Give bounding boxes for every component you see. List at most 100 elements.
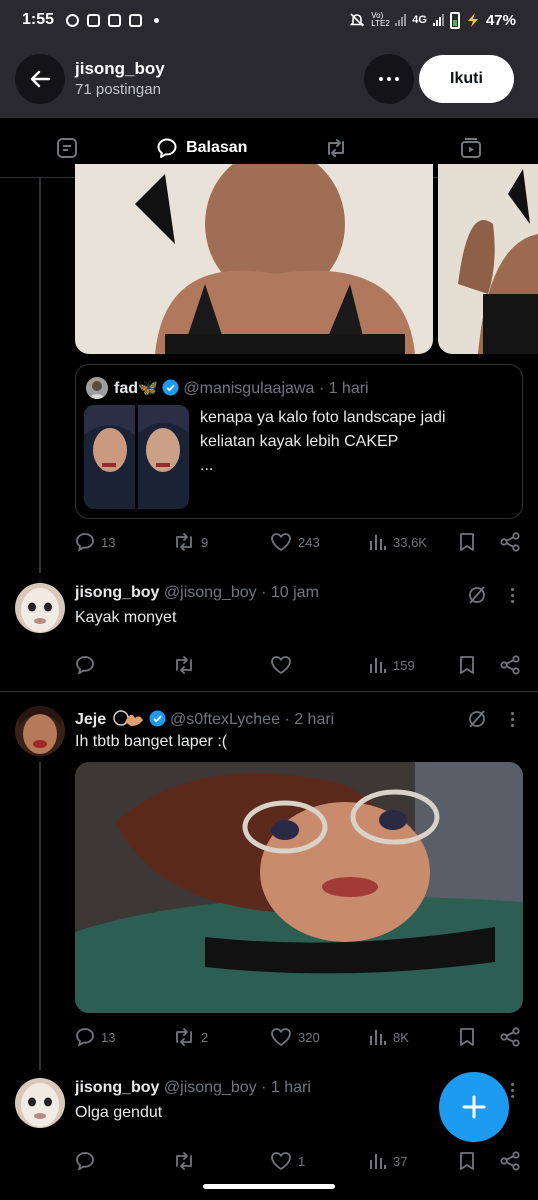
share-button[interactable] bbox=[499, 532, 521, 552]
quoted-post-time: · 1 hari bbox=[318, 380, 369, 397]
reply-button[interactable]: 13 bbox=[75, 1027, 115, 1047]
like-count: 243 bbox=[298, 534, 320, 550]
share-icon bbox=[500, 655, 520, 675]
tab-replies-label: Balasan bbox=[186, 138, 248, 156]
share-icon bbox=[500, 1151, 520, 1171]
back-button[interactable] bbox=[15, 54, 65, 104]
post-more-icon[interactable] bbox=[511, 712, 514, 727]
like-button[interactable] bbox=[270, 655, 292, 675]
heart-icon bbox=[271, 656, 291, 675]
repost-icon bbox=[176, 1152, 192, 1170]
more-options-button[interactable] bbox=[364, 54, 414, 104]
repost-button[interactable]: 2 bbox=[173, 1027, 208, 1047]
post-author-line: jisong_boy @jisong_boy · 1 hari bbox=[75, 1079, 311, 1097]
post-image-1[interactable] bbox=[75, 164, 433, 354]
repost-icon bbox=[176, 656, 192, 674]
post-more-icon[interactable] bbox=[511, 1083, 514, 1098]
author-name[interactable]: jisong_boy bbox=[75, 1079, 159, 1096]
share-button[interactable] bbox=[499, 655, 521, 675]
author-name[interactable]: jisong_boy bbox=[75, 584, 159, 601]
bookmark-button[interactable] bbox=[458, 1151, 476, 1171]
bookmark-button[interactable] bbox=[458, 532, 476, 552]
avatar[interactable] bbox=[15, 706, 65, 756]
quoted-image-2[interactable] bbox=[138, 405, 189, 509]
grok-icon[interactable] bbox=[466, 584, 488, 606]
avatar[interactable] bbox=[15, 583, 65, 633]
share-icon bbox=[500, 532, 520, 552]
post-actions: 13 2 320 8K bbox=[75, 1027, 523, 1051]
quoted-post[interactable]: fad🦋 @manisgulaajawa · 1 hari kenapa ya … bbox=[75, 364, 523, 519]
post-image-2[interactable] bbox=[438, 164, 538, 354]
reply-button[interactable]: 13 bbox=[75, 532, 115, 552]
avatar[interactable] bbox=[15, 1078, 65, 1128]
like-button[interactable]: 243 bbox=[270, 532, 320, 552]
post-count: 71 postingan bbox=[75, 81, 161, 98]
post-icon bbox=[57, 137, 78, 158]
post-divider bbox=[0, 691, 538, 692]
repost-button[interactable] bbox=[173, 1151, 195, 1171]
home-indicator[interactable] bbox=[203, 1184, 335, 1189]
follow-button[interactable]: Ikuti bbox=[419, 55, 514, 103]
network-type: 4G bbox=[412, 14, 427, 26]
repost-button[interactable]: 9 bbox=[173, 532, 208, 552]
bookmark-icon bbox=[460, 1028, 474, 1046]
bookmark-button[interactable] bbox=[458, 655, 476, 675]
quoted-author-avatar bbox=[86, 377, 108, 399]
post-time: · 1 hari bbox=[261, 1079, 311, 1096]
views-count: 159 bbox=[393, 657, 415, 673]
reply-icon bbox=[76, 533, 94, 552]
quoted-image-1[interactable] bbox=[84, 405, 135, 509]
status-time: 1:55 bbox=[22, 11, 55, 28]
views-button[interactable]: 159 bbox=[369, 655, 415, 675]
compose-button[interactable] bbox=[439, 1072, 509, 1142]
heart-icon bbox=[271, 533, 291, 552]
reply-button[interactable] bbox=[75, 655, 95, 675]
post-time: · 10 jam bbox=[261, 584, 319, 601]
profile-name: jisong_boy bbox=[75, 59, 165, 78]
like-button[interactable]: 320 bbox=[270, 1027, 320, 1047]
like-count: 320 bbox=[298, 1029, 320, 1045]
emoji-icon bbox=[112, 710, 143, 726]
views-button[interactable]: 37 bbox=[369, 1151, 407, 1171]
like-button[interactable]: 1 bbox=[270, 1151, 305, 1171]
charging-icon bbox=[467, 13, 478, 27]
author-handle: @jisong_boy bbox=[163, 584, 257, 601]
heart-icon bbox=[271, 1152, 291, 1171]
repost-icon bbox=[328, 138, 345, 157]
repost-icon bbox=[176, 533, 192, 551]
views-button[interactable]: 8K bbox=[369, 1027, 409, 1047]
views-count: 37 bbox=[393, 1153, 408, 1169]
instagram-notification-icon-3 bbox=[129, 13, 143, 27]
battery-icon bbox=[449, 11, 460, 29]
views-count: 8K bbox=[393, 1029, 409, 1045]
media-icon bbox=[460, 137, 481, 158]
post-image[interactable] bbox=[75, 762, 523, 1013]
instagram-notification-icon-2 bbox=[108, 13, 122, 27]
battery-percent: 47% bbox=[485, 11, 516, 29]
signal-2-icon bbox=[432, 14, 444, 26]
more-notifications-dot-icon bbox=[154, 17, 160, 23]
thread-line bbox=[39, 178, 41, 573]
share-button[interactable] bbox=[499, 1027, 521, 1047]
like-count: 1 bbox=[298, 1153, 306, 1169]
post-text: Olga gendut bbox=[75, 1104, 163, 1121]
post-author-line: jisong_boy @jisong_boy · 10 jam bbox=[75, 584, 319, 602]
reply-button[interactable] bbox=[75, 1151, 95, 1171]
bookmark-icon bbox=[460, 1152, 474, 1170]
views-chart-icon bbox=[370, 658, 386, 673]
post-text: Ih tbtb banget laper :( bbox=[75, 733, 228, 750]
bookmark-icon bbox=[460, 533, 474, 551]
heart-icon bbox=[271, 1028, 291, 1047]
reply-bubble-icon bbox=[157, 138, 177, 158]
volte-indicator: Vo) LTE2 bbox=[371, 11, 390, 28]
post-author-line: Jeje @s0ftexLychee · 2 hari bbox=[75, 708, 334, 729]
bookmark-button[interactable] bbox=[458, 1027, 476, 1047]
repost-icon bbox=[176, 1028, 192, 1046]
author-handle: @jisong_boy bbox=[163, 1079, 257, 1096]
post-more-icon[interactable] bbox=[511, 588, 514, 603]
share-button[interactable] bbox=[499, 1151, 521, 1171]
repost-button[interactable] bbox=[173, 655, 195, 675]
grok-icon[interactable] bbox=[466, 708, 488, 730]
views-button[interactable]: 33,6K bbox=[369, 532, 427, 552]
author-name[interactable]: Jeje bbox=[75, 711, 106, 728]
